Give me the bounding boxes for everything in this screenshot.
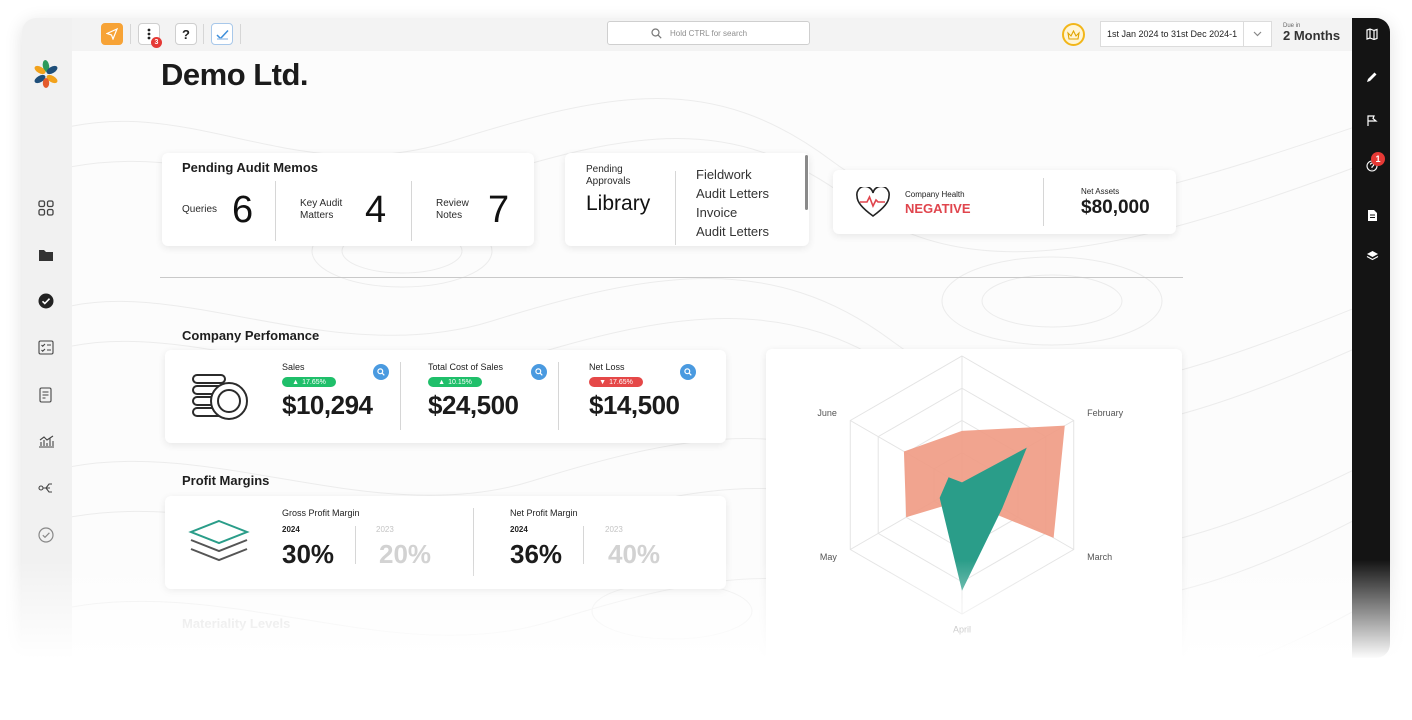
heart-pulse-icon — [856, 185, 890, 223]
app-window: 3 ? Hold CTRL for search 1st Jan 2024 to… — [22, 18, 1390, 658]
due-value: 2 Months — [1283, 28, 1341, 43]
profit-margins-title: Profit Margins — [182, 473, 270, 488]
notification-badge: 3 — [151, 37, 162, 48]
due-indicator: Due in 2 Months — [1283, 23, 1340, 42]
chevron-down-icon[interactable] — [1243, 22, 1271, 46]
profit-margins-card: Gross Profit Margin 2024 30% 2023 20% Ne… — [165, 496, 726, 589]
net-prior-value: 40% — [608, 539, 661, 569]
app-logo — [33, 58, 59, 88]
check-outline-icon[interactable] — [37, 526, 55, 544]
company-health-status: NEGATIVE — [905, 201, 971, 216]
date-range-value: 1st Jan 2024 to 31st Dec 2024-1 — [1107, 29, 1238, 39]
pending-audit-memos-title: Pending Audit Memos — [182, 160, 319, 175]
pending-audit-memos-card: Pending Audit Memos Queries 6 Key Audit … — [162, 153, 534, 246]
layers-stack-icon — [188, 518, 250, 571]
company-health-label: Company Health — [905, 190, 965, 199]
library-title: Library — [586, 192, 651, 215]
pencil-icon[interactable] — [1365, 70, 1379, 84]
radar-label-april: April — [953, 624, 971, 634]
approval-item-invoice[interactable]: Invoice — [696, 203, 769, 222]
gross-prior-year: 2023 — [376, 525, 394, 534]
company-performance-card: Sales ▲ 17.65% $10,294 Total Cost of Sale… — [165, 350, 726, 443]
sales-change-badge: ▲ 17.65% — [282, 377, 336, 387]
list-scrollbar[interactable] — [805, 155, 808, 210]
net-loss-label: Net Loss — [589, 362, 625, 372]
net-loss-search-icon[interactable] — [680, 364, 696, 380]
approval-item-audit-letters[interactable]: Audit Letters — [696, 184, 769, 203]
net-loss-change-badge: ▼ 17.65% — [589, 377, 643, 387]
help-button[interactable]: ? — [175, 23, 197, 45]
check-circle-icon[interactable] — [37, 292, 55, 310]
net-current-value: 36% — [510, 539, 563, 569]
queries-label: Queries — [182, 204, 218, 215]
radar-label-may: May — [820, 552, 838, 562]
review-notes-label: Review Notes — [436, 198, 469, 221]
grid-icon[interactable] — [37, 199, 55, 217]
radar-label-march: March — [1087, 552, 1112, 562]
more-menu-button[interactable]: 3 — [138, 23, 162, 48]
left-sidebar — [22, 18, 72, 658]
flag-icon[interactable] — [1365, 114, 1379, 128]
approval-item-audit-letters-2[interactable]: Audit Letters — [696, 222, 769, 241]
queries-count[interactable]: 6 — [232, 189, 253, 232]
pending-approvals-label: Pending Approvals — [586, 164, 631, 187]
layers-icon[interactable] — [1365, 249, 1379, 263]
net-profit-margin-label: Net Profit Margin — [510, 508, 578, 518]
key-audit-matters-count[interactable]: 4 — [365, 189, 386, 232]
coins-icon — [191, 372, 249, 427]
approval-item-fieldwork[interactable]: Fieldwork — [696, 165, 769, 184]
page-title: Demo Ltd. — [161, 57, 309, 92]
company-performance-title: Company Perfomance — [182, 328, 320, 343]
review-notes-count[interactable]: 7 — [488, 189, 509, 232]
task-check-icon[interactable] — [211, 23, 233, 45]
net-assets-value: $80,000 — [1081, 197, 1150, 218]
network-icon[interactable] — [37, 479, 55, 497]
help-badge: 1 — [1371, 152, 1385, 166]
search-input[interactable]: Hold CTRL for search — [607, 21, 810, 45]
radar-label-june: June — [817, 408, 837, 418]
sales-label: Sales — [282, 362, 305, 372]
gross-profit-margin-label: Gross Profit Margin — [282, 508, 360, 518]
cost-of-sales-change-badge: ▲ 10.15% — [428, 377, 482, 387]
section-divider — [160, 277, 1183, 278]
cost-of-sales-label: Total Cost of Sales — [428, 362, 504, 372]
radar-chart-card: JanuaryFebruaryMarchAprilMayJune — [766, 336, 1182, 658]
net-loss-value: $14,500 — [589, 390, 680, 420]
gross-current-value: 30% — [282, 539, 335, 569]
net-prior-year: 2023 — [605, 525, 623, 534]
approvals-list: Fieldwork Audit Letters Invoice Audit Le… — [696, 165, 769, 241]
map-icon[interactable] — [1365, 27, 1379, 41]
top-bar: 3 ? Hold CTRL for search 1st Jan 2024 to… — [72, 18, 1352, 51]
checklist-icon[interactable] — [37, 339, 55, 357]
date-range-select[interactable]: 1st Jan 2024 to 31st Dec 2024-1 — [1100, 21, 1272, 47]
gross-prior-value: 20% — [379, 539, 432, 569]
search-placeholder: Hold CTRL for search — [670, 28, 748, 38]
main-content: Demo Ltd. Pending Audit Memos Queries 6 … — [72, 51, 1352, 658]
key-audit-matters-label: Key Audit Matters — [300, 198, 343, 221]
company-health-card: Company Health NEGATIVE Net Assets $80,0… — [833, 170, 1176, 234]
send-icon[interactable] — [101, 23, 123, 45]
pending-approvals-card: Pending Approvals Library Fieldwork Audi… — [565, 153, 809, 246]
net-assets-label: Net Assets — [1081, 187, 1120, 196]
radar-label-february: February — [1087, 408, 1124, 418]
cost-of-sales-value: $24,500 — [428, 390, 519, 420]
gross-current-year: 2024 — [282, 525, 300, 534]
cost-of-sales-search-icon[interactable] — [531, 364, 547, 380]
sales-value: $10,294 — [282, 390, 373, 420]
chart-icon[interactable] — [37, 432, 55, 450]
crown-icon[interactable] — [1062, 23, 1085, 46]
radar-chart: JanuaryFebruaryMarchAprilMayJune — [817, 336, 1124, 635]
document-edit-icon[interactable] — [37, 386, 55, 404]
folder-icon[interactable] — [37, 246, 55, 264]
materiality-levels-title: Materiality Levels — [182, 616, 291, 631]
search-icon — [651, 28, 662, 39]
net-current-year: 2024 — [510, 525, 528, 534]
sales-search-icon[interactable] — [373, 364, 389, 380]
right-sidebar — [1352, 18, 1390, 658]
document-icon[interactable] — [1365, 208, 1379, 222]
